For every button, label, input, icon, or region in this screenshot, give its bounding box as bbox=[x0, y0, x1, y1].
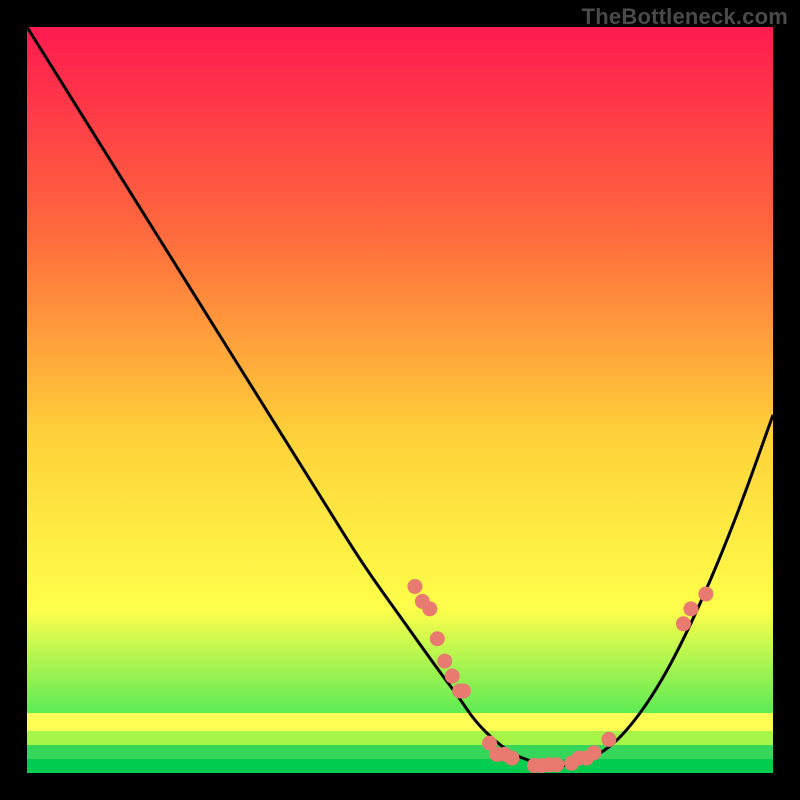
data-point bbox=[586, 745, 601, 760]
data-point bbox=[698, 586, 713, 601]
data-point bbox=[407, 579, 422, 594]
data-point bbox=[601, 732, 616, 747]
data-point bbox=[549, 757, 564, 772]
data-point bbox=[504, 751, 519, 766]
data-point bbox=[430, 631, 445, 646]
chart-frame: TheBottleneck.com bbox=[0, 0, 800, 800]
bottleneck-chart bbox=[27, 27, 773, 773]
data-point bbox=[683, 601, 698, 616]
band-yellow bbox=[27, 713, 773, 731]
band-green bbox=[27, 759, 773, 773]
band-light-green bbox=[27, 731, 773, 745]
watermark-label: TheBottleneck.com bbox=[582, 4, 788, 30]
plot-area bbox=[27, 27, 773, 773]
data-point bbox=[445, 669, 460, 684]
data-point bbox=[437, 654, 452, 669]
data-point bbox=[676, 616, 691, 631]
band-mid-green bbox=[27, 745, 773, 759]
data-point bbox=[422, 601, 437, 616]
data-point bbox=[456, 683, 471, 698]
gradient-background bbox=[27, 27, 773, 773]
